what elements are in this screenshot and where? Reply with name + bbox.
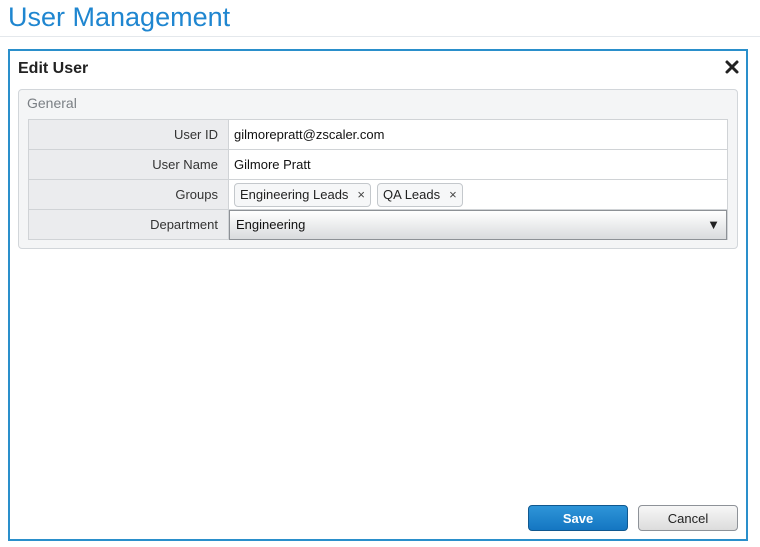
remove-tag-icon[interactable]: × — [357, 184, 365, 206]
user-id-field[interactable]: gilmorepratt@zscaler.com — [229, 120, 728, 149]
page-title: User Management — [8, 2, 231, 32]
save-button[interactable]: Save — [528, 505, 628, 531]
department-selected-value: Engineering — [236, 217, 306, 232]
close-icon[interactable] — [724, 59, 740, 75]
user-name-field[interactable]: Gilmore Pratt — [229, 150, 728, 179]
groups-label: Groups — [29, 180, 229, 209]
user-name-row: User Name Gilmore Pratt — [29, 150, 728, 180]
group-tag-qa-leads: QA Leads × — [377, 182, 463, 207]
section-title: General — [27, 95, 77, 111]
group-tag-label: QA Leads — [383, 186, 441, 202]
groups-row: Groups Engineering Leads × QA Leads × — [29, 180, 728, 210]
cancel-button[interactable]: Cancel — [638, 505, 738, 531]
department-row: Department Engineering ▼ — [29, 209, 728, 240]
department-cell: Engineering ▼ — [229, 209, 728, 240]
department-label: Department — [29, 210, 229, 239]
groups-field[interactable]: Engineering Leads × QA Leads × — [229, 180, 728, 209]
user-id-row: User ID gilmorepratt@zscaler.com — [29, 120, 728, 150]
group-tag-engineering-leads: Engineering Leads × — [234, 182, 372, 207]
department-select[interactable]: Engineering ▼ — [229, 209, 727, 240]
remove-tag-icon[interactable]: × — [449, 184, 457, 206]
title-divider — [0, 36, 760, 37]
user-form: User ID gilmorepratt@zscaler.com User Na… — [28, 119, 728, 240]
user-id-label: User ID — [29, 120, 229, 149]
general-section: General User ID gilmorepratt@zscaler.com… — [18, 89, 738, 249]
group-tag-label: Engineering Leads — [240, 186, 349, 202]
edit-user-dialog: Edit User General User ID gilmorepratt@z… — [8, 49, 748, 541]
caret-down-icon: ▼ — [707, 217, 720, 232]
dialog-title: Edit User — [18, 60, 89, 77]
user-name-label: User Name — [29, 150, 229, 179]
